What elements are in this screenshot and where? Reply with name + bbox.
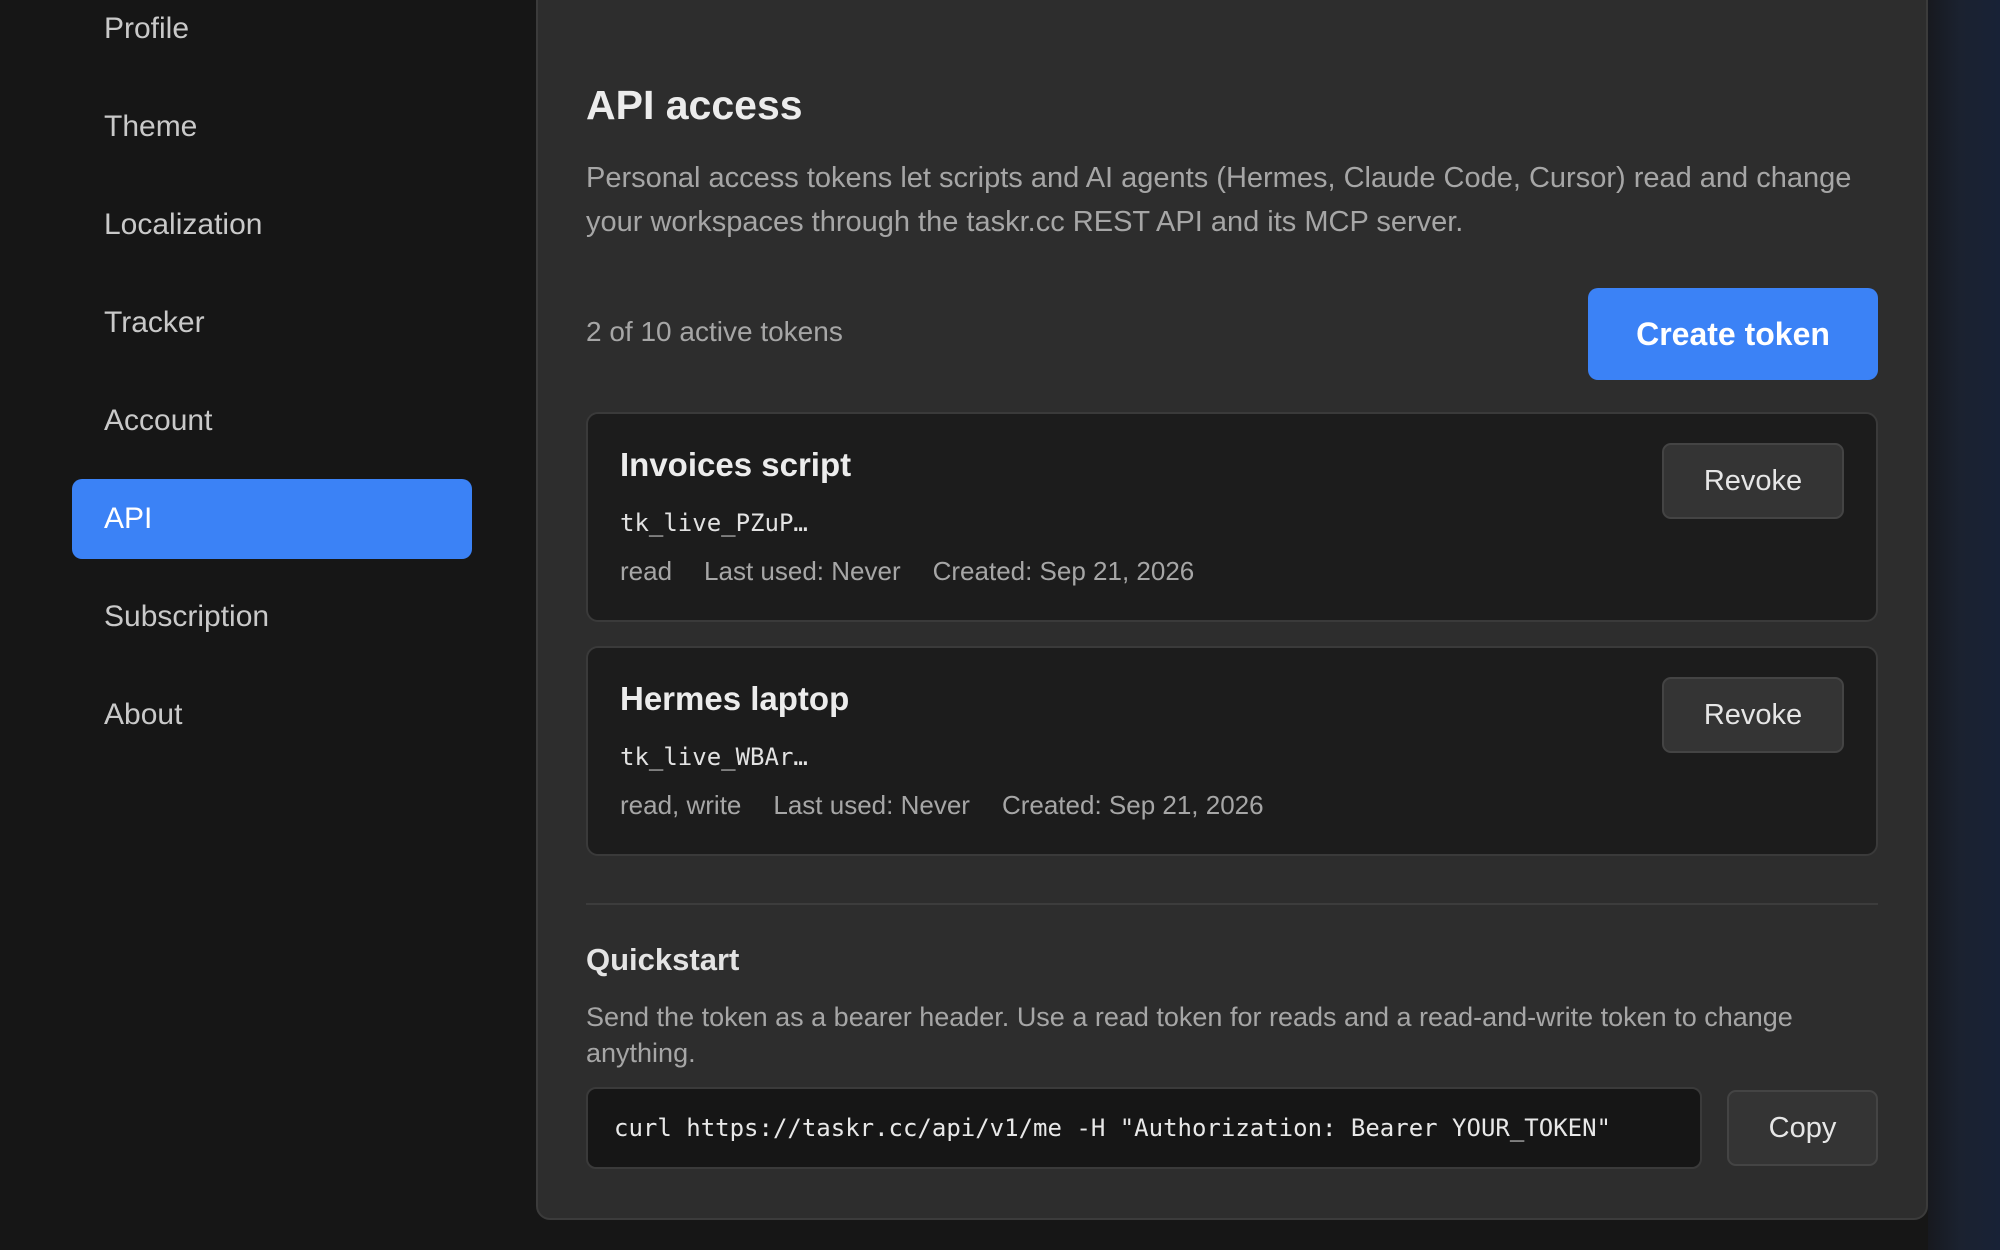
token-scope: read [620, 556, 673, 586]
sidebar-item-about[interactable]: About [72, 675, 472, 755]
sidebar-item-api[interactable]: API [72, 479, 472, 559]
token-created: Created: Sep 21, 2026 [1001, 790, 1264, 820]
sidebar-item-tracker[interactable]: Tracker [72, 283, 472, 363]
sidebar-item-account[interactable]: Account [72, 381, 472, 461]
token-card: Invoices script tk_live_PZuP… read Last … [586, 412, 1878, 622]
page-description: Personal access tokens let scripts and A… [586, 162, 1852, 238]
token-card: Hermes laptop tk_live_WBAr… read, write … [586, 646, 1878, 856]
section-divider [586, 903, 1878, 905]
revoke-button[interactable]: Revoke [1662, 677, 1844, 753]
token-meta: read Last used: Never Created: Sep 21, 2… [620, 556, 1194, 587]
sidebar-item-profile[interactable]: Profile [72, 0, 472, 69]
token-name: Invoices script [620, 446, 852, 483]
token-last-used: Last used: Never [773, 790, 970, 820]
sidebar-item-theme[interactable]: Theme [72, 87, 472, 167]
token-meta: read, write Last used: Never Created: Se… [620, 790, 1264, 821]
quickstart-description: Send the token as a bearer header. Use a… [586, 1002, 1793, 1068]
token-count: 2 of 10 active tokens [586, 316, 843, 347]
copy-button[interactable]: Copy [1727, 1090, 1878, 1166]
settings-sidebar: Profile Theme Localization Tracker Accou… [0, 0, 536, 1250]
token-scope: read, write [620, 790, 742, 820]
token-key: tk_live_WBAr… [620, 743, 808, 771]
page-title: API access [586, 82, 803, 128]
create-token-button[interactable]: Create token [1588, 288, 1878, 380]
quickstart-title: Quickstart [586, 942, 740, 977]
sidebar-item-subscription[interactable]: Subscription [72, 577, 472, 657]
token-created: Created: Sep 21, 2026 [932, 556, 1195, 586]
sidebar-item-localization[interactable]: Localization [72, 185, 472, 265]
curl-command[interactable]: curl https://taskr.cc/api/v1/me -H "Auth… [586, 1087, 1702, 1169]
background-edge [1928, 0, 2000, 1250]
token-last-used: Last used: Never [704, 556, 901, 586]
token-name: Hermes laptop [620, 680, 850, 717]
token-key: tk_live_PZuP… [620, 509, 808, 537]
revoke-button[interactable]: Revoke [1662, 443, 1844, 519]
